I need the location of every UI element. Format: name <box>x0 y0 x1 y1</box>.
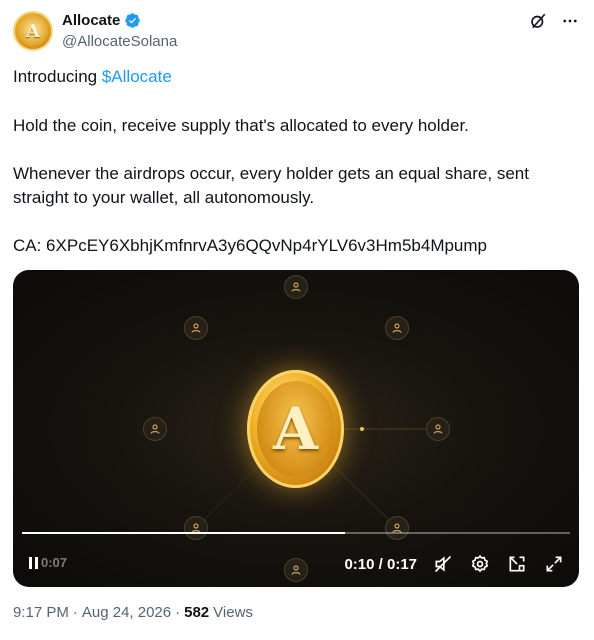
popout-icon[interactable] <box>506 553 528 575</box>
author-name-row: Allocate <box>62 12 141 29</box>
fullscreen-icon[interactable] <box>543 553 565 575</box>
verified-badge-icon <box>125 13 141 28</box>
post-time[interactable]: 9:17 PM <box>13 604 69 621</box>
holder-node-icon <box>284 558 308 582</box>
mute-icon[interactable] <box>432 553 454 575</box>
grok-slash-icon[interactable] <box>529 12 547 30</box>
cashtag-link[interactable]: $Allocate <box>102 67 172 86</box>
meta-separator: · <box>72 604 78 621</box>
video-time-display: 0:10 / 0:17 <box>344 555 417 573</box>
more-icon[interactable] <box>561 12 579 30</box>
post-paragraph-2: Whenever the airdrops occur, every holde… <box>13 164 529 207</box>
header-actions <box>529 12 579 30</box>
views-count: 582 <box>184 604 210 621</box>
coin-letter: A <box>256 381 335 477</box>
settings-icon[interactable] <box>469 553 491 575</box>
video-player[interactable]: A 0:07 0:10 / 0:17 <box>13 270 579 587</box>
intro-prefix: Introducing <box>13 67 102 86</box>
holder-node-icon <box>385 516 409 540</box>
avatar[interactable]: A <box>13 11 53 51</box>
holder-node-icon <box>184 316 208 340</box>
holder-node-icon <box>385 316 409 340</box>
avatar-logo: A <box>18 16 48 46</box>
post-date[interactable]: Aug 24, 2026 <box>82 604 171 621</box>
meta-separator: · <box>175 604 181 621</box>
post-paragraph-1: Hold the coin, receive supply that's all… <box>13 116 469 135</box>
holder-node-icon <box>426 417 450 441</box>
video-controls-left: 0:07 <box>29 555 67 570</box>
views-label: Views <box>213 604 253 621</box>
video-controls-right: 0:10 / 0:17 <box>344 553 565 575</box>
holder-node-icon <box>284 275 308 299</box>
video-progress-bar[interactable] <box>22 532 570 534</box>
allocate-coin-logo: A <box>247 370 344 488</box>
holder-node-icon <box>143 417 167 441</box>
pause-icon[interactable] <box>29 556 39 569</box>
ghost-time: 0:07 <box>41 555 68 570</box>
post-intro-line: Introducing $Allocate <box>13 65 573 89</box>
video-progress-fill <box>22 532 346 534</box>
holder-node-icon <box>184 516 208 540</box>
author-handle[interactable]: @AllocateSolana <box>62 33 177 50</box>
post-contract-address: CA: 6XPcEY6XbhjKmfnrvA3y6QQvNp4rYLV6v3Hm… <box>13 236 487 255</box>
post-header: A Allocate @AllocateSolana <box>13 10 581 52</box>
post-meta: 9:17 PM · Aug 24, 2026 · 582 Views <box>13 604 253 621</box>
author-display-name[interactable]: Allocate <box>62 12 120 29</box>
